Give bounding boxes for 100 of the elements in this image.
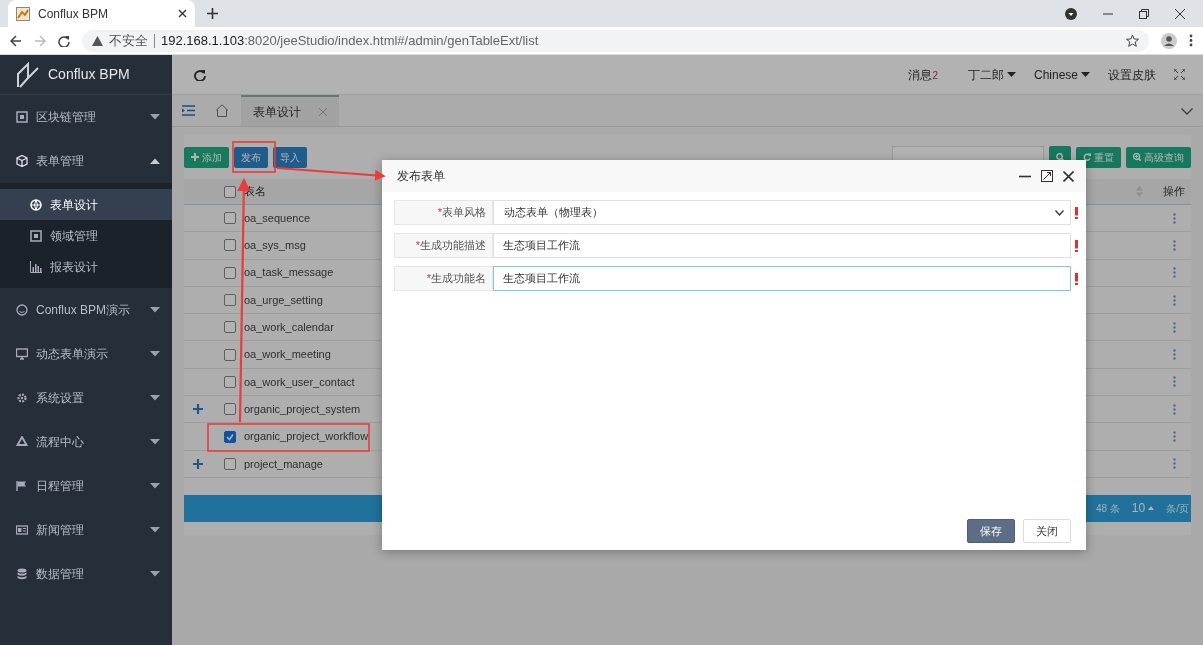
select-all-checkbox[interactable] (224, 185, 236, 198)
kebab-icon[interactable] (1173, 431, 1176, 442)
user-menu[interactable]: 丁二郎 (967, 65, 1016, 84)
skin-link[interactable]: 设置皮肤 (1108, 65, 1156, 84)
import-button[interactable]: 导入 (273, 146, 307, 168)
monitor-icon (16, 348, 28, 360)
newspaper-icon (16, 524, 28, 536)
menu-icon[interactable] (1189, 34, 1193, 47)
browser-tab[interactable]: Conflux BPM (8, 0, 195, 27)
chevron-down-icon[interactable] (1181, 108, 1193, 115)
grid-icon (30, 229, 42, 242)
sidebar-item[interactable]: 动态表单演示 (0, 332, 172, 376)
caret-down-icon (150, 527, 160, 533)
gear-icon (16, 392, 28, 404)
new-tab-icon[interactable] (207, 8, 218, 19)
maximize-icon[interactable] (1041, 170, 1053, 182)
table-cell-text: organic_project_workflow (244, 429, 369, 445)
input-field[interactable]: 生态项目工作流 (493, 233, 1071, 258)
sidebar-item[interactable]: 系统设置 (0, 376, 172, 420)
sidebar-subitem[interactable]: 领域管理 (0, 220, 172, 251)
row-checkbox[interactable] (224, 403, 236, 416)
plus-icon (191, 153, 199, 161)
field-label: *表单风格 (394, 200, 493, 225)
refresh-icon[interactable] (194, 68, 206, 81)
dialog-title: 发布表单 (397, 168, 446, 185)
fullscreen-icon[interactable] (1174, 69, 1185, 80)
language-menu[interactable]: Chinese (1033, 65, 1090, 84)
kebab-icon[interactable] (1173, 376, 1176, 388)
row-checkbox[interactable] (224, 375, 236, 388)
sidebar-item[interactable]: 流程中心 (0, 420, 172, 464)
caret-up-icon (1148, 506, 1155, 511)
sidebar-item[interactable]: 日程管理 (0, 464, 172, 508)
kebab-icon[interactable] (1173, 212, 1176, 224)
table-cell-text: project_manage (244, 456, 323, 472)
row-checkbox[interactable] (224, 212, 236, 225)
row-checkbox[interactable] (224, 348, 236, 361)
bar-chart-icon (30, 260, 42, 273)
sidebar-item[interactable]: 新闻管理 (0, 508, 172, 552)
row-checkbox[interactable] (224, 239, 236, 252)
account-icon[interactable] (1161, 32, 1177, 49)
zoom-in-icon (1133, 153, 1141, 161)
publish-button[interactable]: 发布 (234, 146, 268, 168)
row-checkbox[interactable] (224, 457, 236, 470)
close-icon[interactable] (1063, 170, 1074, 182)
kebab-icon[interactable] (1173, 403, 1176, 415)
sidebar-item[interactable]: 区块链管理 (0, 95, 172, 139)
tab-title: Conflux BPM (38, 5, 110, 23)
input-field[interactable]: 生态项目工作流 (493, 266, 1071, 291)
style-select[interactable]: 动态表单（物理表） (493, 200, 1071, 225)
caret-down-icon (150, 307, 160, 313)
home-icon[interactable] (215, 104, 229, 117)
highlight-box (232, 141, 276, 173)
forward-icon[interactable] (34, 34, 46, 47)
cube-icon (16, 155, 28, 167)
row-checkbox[interactable] (224, 321, 236, 334)
kebab-icon[interactable] (1173, 267, 1176, 279)
sidebar-subitem[interactable]: 报表设计 (0, 251, 172, 282)
sidebar-item[interactable]: Conflux BPM演示 (0, 288, 172, 332)
url-path: :8020/jeeStudio/index.html#/admin/genTableExt/list (244, 32, 539, 48)
address-bar[interactable]: 不安全 192.168.1.103:8020/jeeStudio/index.html#/admin/genTableExt/list (82, 29, 1149, 52)
close-button[interactable]: 关闭 (1023, 518, 1071, 543)
row-checkbox[interactable] (224, 430, 236, 443)
table-cell-text: oa_work_calendar (244, 320, 334, 336)
back-icon[interactable] (10, 34, 22, 47)
caret-down-icon (1081, 72, 1090, 77)
reload-icon[interactable] (58, 34, 70, 47)
page-tab[interactable]: 表单设计 (241, 95, 339, 126)
sidebar-item[interactable]: 表单管理 (0, 139, 172, 183)
grid-icon (16, 111, 28, 123)
warning-icon (92, 35, 103, 46)
flag-icon (16, 480, 28, 492)
security-label: 不安全 (109, 31, 148, 50)
collapse-menu-icon[interactable] (182, 105, 195, 116)
caret-down-icon (150, 114, 160, 120)
caret-down-icon (150, 351, 160, 357)
close-icon[interactable] (178, 9, 187, 18)
kebab-icon[interactable] (1173, 239, 1176, 251)
expand-plus-icon[interactable] (193, 404, 203, 415)
restore-icon[interactable] (1139, 8, 1149, 19)
kebab-icon[interactable] (1173, 458, 1176, 470)
field-label: *生成功能名 (394, 266, 493, 291)
caret-down-icon (150, 439, 160, 445)
close-icon[interactable] (1175, 8, 1185, 19)
kebab-icon[interactable] (1173, 294, 1176, 306)
messages-link[interactable]: 消息2 (908, 65, 938, 84)
table-cell-text: oa_work_user_contact (244, 374, 355, 390)
sidebar-subitem[interactable]: 表单设计 (0, 189, 172, 220)
profile-icon[interactable] (1065, 7, 1077, 20)
caret-down-icon (1006, 72, 1016, 77)
table-cell-text: oa_work_meeting (244, 347, 331, 363)
kebab-icon[interactable] (1173, 321, 1176, 333)
url-host: 192.168.1.103 (161, 32, 245, 48)
save-button[interactable]: 保存 (967, 518, 1015, 543)
row-checkbox[interactable] (224, 294, 236, 307)
row-checkbox[interactable] (224, 266, 236, 279)
sidebar-item[interactable]: 数据管理 (0, 552, 172, 596)
kebab-icon[interactable] (1173, 349, 1176, 361)
caret-down-icon (150, 571, 160, 577)
expand-plus-icon[interactable] (193, 458, 203, 469)
bookmark-star-icon[interactable] (1126, 34, 1139, 47)
